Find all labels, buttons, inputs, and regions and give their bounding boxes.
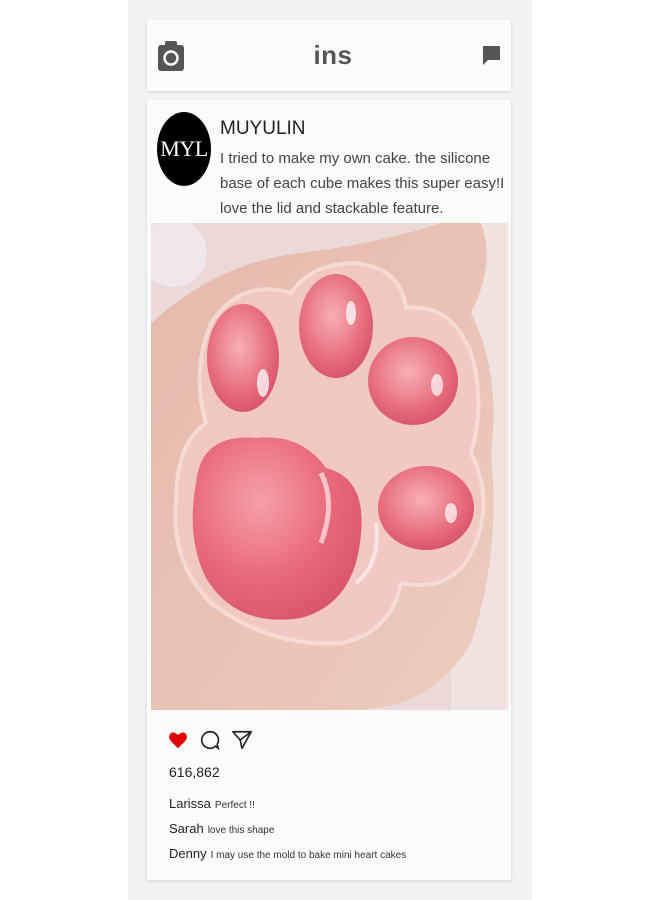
comment-text: love this shape: [207, 825, 275, 836]
app-title: ins: [313, 40, 353, 70]
comment-user[interactable]: Sarah: [169, 821, 204, 836]
comment: Sarah love this shape: [169, 819, 406, 844]
comment: Denny I may use the mold to bake mini hea…: [169, 844, 406, 869]
cat-paw-jelly-photo: [151, 223, 508, 710]
message-icon: [482, 45, 500, 65]
messages-button[interactable]: [481, 45, 501, 67]
comment-user[interactable]: Larissa: [169, 796, 211, 811]
comment-text: I may use the mold to bake mini heart ca…: [210, 850, 407, 861]
post-card: MYL MUYULIN I tried to make my own cake.…: [147, 100, 511, 880]
like-count: 616,862: [169, 764, 220, 780]
post-caption: I tried to make my own cake. the silicon…: [220, 150, 505, 217]
post-username[interactable]: MUYULIN: [220, 118, 306, 140]
post-actions: [167, 728, 253, 752]
avatar-text: MYL: [160, 136, 208, 161]
camera-icon: [158, 40, 184, 71]
comment-icon[interactable]: [199, 729, 221, 751]
post-photo[interactable]: [151, 223, 508, 710]
comment-user[interactable]: Denny: [169, 846, 207, 861]
camera-button[interactable]: [157, 40, 185, 72]
app-header: ins: [147, 20, 511, 91]
comments-list: Larissa Perfect !! Sarah love this shape D…: [169, 794, 406, 869]
heart-icon[interactable]: [167, 729, 189, 751]
comment-text: Perfect !!: [214, 800, 255, 811]
share-icon[interactable]: [231, 729, 253, 751]
comment: Larissa Perfect !!: [169, 794, 406, 819]
avatar[interactable]: MYL: [157, 112, 211, 186]
